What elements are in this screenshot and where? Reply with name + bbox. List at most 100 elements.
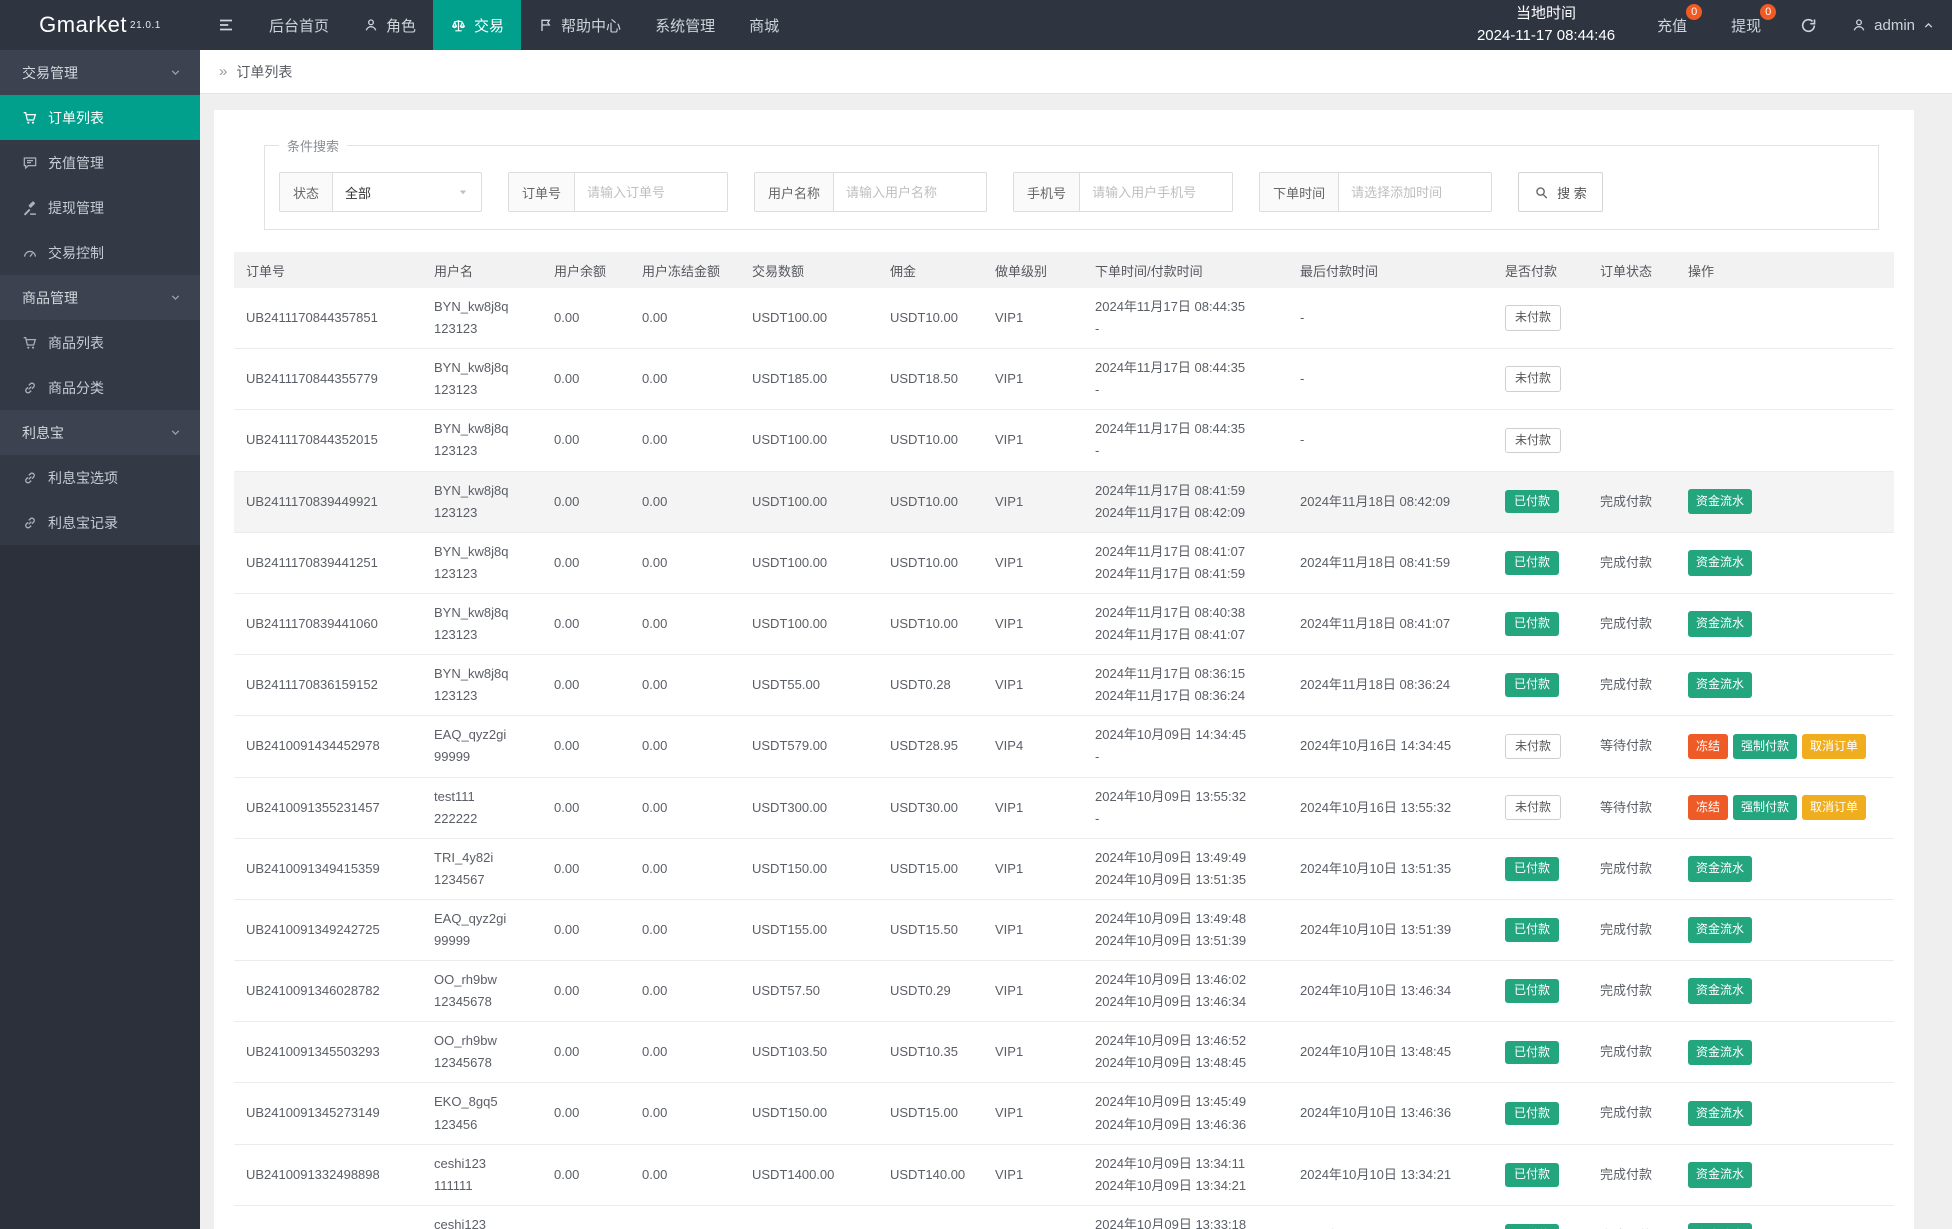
- top-nav-item-5[interactable]: 商城: [732, 0, 796, 50]
- cell-paid: 已付款: [1495, 1083, 1590, 1144]
- search-legend: 条件搜索: [279, 136, 347, 155]
- sidebar-item-1-1[interactable]: 商品分类: [0, 365, 200, 410]
- search-field-input[interactable]: [1339, 173, 1491, 211]
- cell-amount: USDT1400.00: [742, 1144, 880, 1205]
- force-button[interactable]: 强制付款: [1733, 734, 1797, 760]
- cell-paid: 已付款: [1495, 899, 1590, 960]
- search-panel: 条件搜索 状态 全部 订单号用户名称手机号下单时间: [264, 136, 1879, 230]
- cell-level: VIP1: [985, 593, 1085, 654]
- cell-actions: 资金流水: [1678, 532, 1894, 593]
- status-select[interactable]: 全部: [333, 173, 481, 211]
- brand-logo[interactable]: Gmarket21.0.1: [0, 0, 200, 50]
- cell-commission: USDT30.00: [880, 777, 985, 838]
- cell-actions: [1678, 410, 1894, 471]
- sidebar-item-label: 商品分类: [48, 378, 104, 398]
- flow-button[interactable]: 资金流水: [1688, 1162, 1752, 1188]
- paid-status-badge: 已付款: [1505, 1163, 1559, 1187]
- sidebar-group-0[interactable]: 交易管理: [0, 50, 200, 95]
- search-button[interactable]: 搜 索: [1518, 172, 1603, 212]
- cell-actions: 资金流水: [1678, 593, 1894, 654]
- flow-button[interactable]: 资金流水: [1688, 1040, 1752, 1066]
- withdraw-button[interactable]: 提现 0: [1709, 0, 1783, 50]
- cell-order-status: 完成付款: [1590, 961, 1678, 1022]
- cell-last-pay-time: 2024年10月10日 13:48:45: [1290, 1022, 1495, 1083]
- column-header: 用户余额: [544, 252, 632, 288]
- flow-button[interactable]: 资金流水: [1688, 489, 1752, 515]
- user-menu[interactable]: admin: [1834, 0, 1952, 50]
- cell-order-status: 完成付款: [1590, 838, 1678, 899]
- breadcrumb-title[interactable]: 订单列表: [236, 62, 292, 82]
- cell-order-status: [1590, 349, 1678, 410]
- cell-last-pay-time: 2024年10月10日 13:51:35: [1290, 838, 1495, 899]
- brand-name: Gmarket: [39, 12, 127, 38]
- top-nav-item-0[interactable]: 后台首页: [252, 0, 346, 50]
- flow-button[interactable]: 资金流水: [1688, 856, 1752, 882]
- cell-balance: 0.00: [544, 838, 632, 899]
- sidebar-item-0-3[interactable]: 交易控制: [0, 230, 200, 275]
- user-id: 222222: [434, 808, 534, 830]
- flow-button[interactable]: 资金流水: [1688, 550, 1752, 576]
- pay-time: 2024年11月17日 08:41:59: [1095, 563, 1280, 585]
- top-nav-item-3[interactable]: 帮助中心: [521, 0, 638, 50]
- sidebar-item-0-0[interactable]: 订单列表: [0, 95, 200, 140]
- flow-button[interactable]: 资金流水: [1688, 672, 1752, 698]
- order-time: 2024年11月17日 08:44:35: [1095, 357, 1280, 379]
- freeze-button[interactable]: 冻结: [1688, 795, 1728, 821]
- cell-order-status: 等待付款: [1590, 716, 1678, 777]
- cart-icon: [22, 335, 38, 351]
- cell-paid: 已付款: [1495, 961, 1590, 1022]
- flow-button[interactable]: 资金流水: [1688, 1101, 1752, 1127]
- cell-frozen: 0.00: [632, 471, 742, 532]
- sidebar-item-label: 交易控制: [48, 243, 104, 263]
- cell-order-pay-time: 2024年10月09日 13:46:522024年10月09日 13:48:45: [1085, 1022, 1290, 1083]
- cell-level: VIP1: [985, 349, 1085, 410]
- pay-time: 2024年10月09日 13:46:34: [1095, 991, 1280, 1013]
- top-nav-item-2[interactable]: 交易: [433, 0, 521, 50]
- search-field-input[interactable]: [834, 173, 986, 211]
- top-nav-item-label: 角色: [386, 15, 416, 36]
- freeze-button[interactable]: 冻结: [1688, 734, 1728, 760]
- sidebar-item-1-0[interactable]: 商品列表: [0, 320, 200, 365]
- recharge-button[interactable]: 充值 0: [1635, 0, 1709, 50]
- cell-commission: USDT10.00: [880, 410, 985, 471]
- status-label: 状态: [280, 173, 333, 211]
- sidebar-group-2[interactable]: 利息宝: [0, 410, 200, 455]
- sidebar-group-1[interactable]: 商品管理: [0, 275, 200, 320]
- column-header: 下单时间/付款时间: [1085, 252, 1290, 288]
- cancel-button[interactable]: 取消订单: [1802, 795, 1866, 821]
- search-field-input[interactable]: [575, 173, 727, 211]
- content: 条件搜索 状态 全部 订单号用户名称手机号下单时间: [200, 94, 1952, 1229]
- order-time: 2024年10月09日 13:46:52: [1095, 1030, 1280, 1052]
- sidebar-item-2-1[interactable]: 利息宝记录: [0, 500, 200, 545]
- cell-actions: 资金流水: [1678, 1205, 1894, 1229]
- cell-actions: 资金流水: [1678, 655, 1894, 716]
- table-row: UB2410091345503293OO_rh9bw123456780.000.…: [234, 1022, 1894, 1083]
- top-nav-item-4[interactable]: 系统管理: [638, 0, 732, 50]
- cancel-button[interactable]: 取消订单: [1802, 734, 1866, 760]
- flow-button[interactable]: 资金流水: [1688, 611, 1752, 637]
- sidebar-item-0-2[interactable]: 提现管理: [0, 185, 200, 230]
- sidebar-item-0-1[interactable]: 充值管理: [0, 140, 200, 185]
- search-field-input[interactable]: [1080, 173, 1232, 211]
- user-name: TRI_4y82i: [434, 847, 534, 869]
- flow-button[interactable]: 资金流水: [1688, 917, 1752, 943]
- cell-order-no: UB2411170839449921: [234, 471, 424, 532]
- cell-order-pay-time: 2024年10月09日 13:45:492024年10月09日 13:46:36: [1085, 1083, 1290, 1144]
- breadcrumb: » 订单列表: [200, 50, 1952, 94]
- flow-button[interactable]: 资金流水: [1688, 1223, 1752, 1229]
- menu-toggle-button[interactable]: [200, 0, 252, 50]
- column-header: 订单号: [234, 252, 424, 288]
- paid-status-badge: 已付款: [1505, 490, 1559, 514]
- cell-user: BYN_kw8j8q123123: [424, 471, 544, 532]
- paid-status-badge: 已付款: [1505, 918, 1559, 942]
- flow-button[interactable]: 资金流水: [1688, 978, 1752, 1004]
- sidebar-item-2-0[interactable]: 利息宝选项: [0, 455, 200, 500]
- cell-last-pay-time: 2024年11月18日 08:41:59: [1290, 532, 1495, 593]
- force-button[interactable]: 强制付款: [1733, 795, 1797, 821]
- link-icon: [22, 470, 38, 486]
- refresh-button[interactable]: [1783, 0, 1834, 50]
- cell-amount: USDT185.00: [742, 349, 880, 410]
- cell-last-pay-time: 2024年10月16日 13:55:32: [1290, 777, 1495, 838]
- top-nav-item-1[interactable]: 角色: [346, 0, 433, 50]
- person-icon: [1851, 17, 1867, 33]
